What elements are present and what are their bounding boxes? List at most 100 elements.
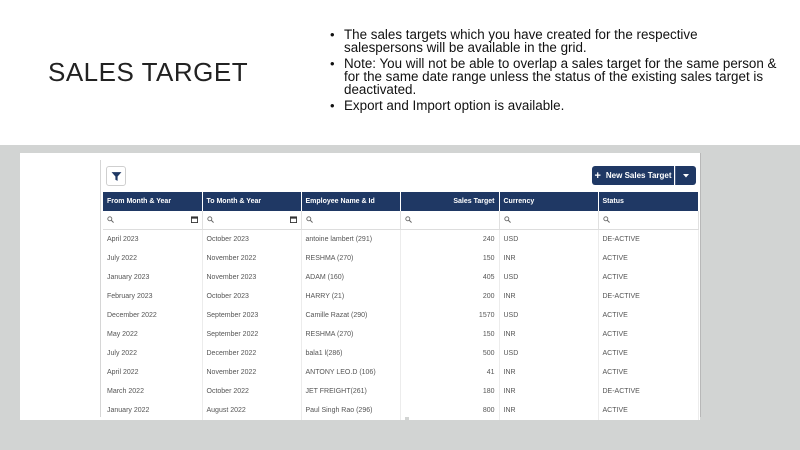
cell-from: April 2022 (103, 363, 203, 382)
cell-currency: USD (499, 306, 599, 325)
grid-filter-row (103, 211, 699, 230)
cell-from: May 2022 (103, 325, 203, 344)
cell-currency: INR (499, 249, 599, 268)
cell-status: DE-ACTIVE (598, 229, 699, 249)
table-row[interactable]: January 2023 November 2023 ADAM (160) 40… (103, 268, 699, 287)
cell-from: July 2022 (103, 249, 203, 268)
cell-employee: ADAM (160) (301, 268, 401, 287)
cell-to: December 2022 (202, 344, 302, 363)
column-header-employee[interactable]: Employee Name & Id (301, 192, 401, 211)
cell-from: July 2022 (103, 344, 203, 363)
cell-status: ACTIVE (598, 325, 699, 344)
cell-to: November 2022 (202, 363, 302, 382)
cell-to: October 2022 (202, 382, 302, 401)
calendar-icon[interactable] (190, 216, 198, 223)
calendar-icon[interactable] (289, 216, 297, 223)
cell-employee: ANTONY LEO.D (106) (301, 363, 401, 382)
cell-currency: USD (499, 268, 599, 287)
table-row[interactable]: May 2022 September 2022 RESHMA (270) 150… (103, 325, 699, 344)
cell-from: March 2022 (103, 382, 203, 401)
cell-sales-target: 150 (400, 325, 500, 344)
cell-status: ACTIVE (598, 363, 699, 382)
cell-sales-target: 41 (400, 363, 500, 382)
currency-filter-input[interactable] (499, 211, 599, 230)
search-icon (503, 216, 511, 224)
bullet-item: Export and Import option is available. (330, 99, 780, 112)
from-filter-input[interactable] (103, 211, 203, 230)
cell-currency: INR (499, 363, 599, 382)
cell-currency: INR (499, 287, 599, 306)
cell-employee: HARRY (21) (301, 287, 401, 306)
cell-from: January 2023 (103, 268, 203, 287)
new-sales-target-label: New Sales Target (605, 171, 672, 180)
column-header-status[interactable]: Status (598, 192, 699, 211)
cell-sales-target: 240 (400, 229, 500, 249)
cell-sales-target: 405 (400, 268, 500, 287)
cell-to: November 2022 (202, 249, 302, 268)
sales-target-grid: From Month & Year To Month & Year Employ… (103, 192, 699, 420)
table-row[interactable]: April 2022 November 2022 ANTONY LEO.D (1… (103, 363, 699, 382)
table-row[interactable]: February 2023 October 2023 HARRY (21) 20… (103, 287, 699, 306)
search-icon (404, 216, 412, 224)
cell-to: August 2022 (202, 401, 302, 420)
bullet-item: Note: You will not be able to overlap a … (330, 57, 780, 96)
cell-sales-target: 200 (400, 287, 500, 306)
new-sales-target-button[interactable]: + New Sales Target (592, 166, 674, 185)
cell-currency: INR (499, 401, 599, 420)
cell-employee: RESHMA (270) (301, 249, 401, 268)
cell-status: ACTIVE (598, 306, 699, 325)
cell-employee: JET FREIGHT(261) (301, 382, 401, 401)
cell-status: ACTIVE (598, 268, 699, 287)
cell-status: DE-ACTIVE (598, 382, 699, 401)
cell-from: April 2023 (103, 229, 203, 249)
search-icon (305, 216, 313, 224)
status-filter-input[interactable] (598, 211, 699, 230)
cell-sales-target: 180 (400, 382, 500, 401)
table-row[interactable]: April 2023 October 2023 antoine lambert … (103, 229, 699, 249)
filter-icon (111, 171, 121, 181)
cell-status: ACTIVE (598, 401, 699, 420)
employee-filter-input[interactable] (301, 211, 401, 230)
column-header-from[interactable]: From Month & Year (103, 192, 203, 211)
cell-sales-target: 1570 (400, 306, 500, 325)
to-filter-input[interactable] (202, 211, 302, 230)
cell-sales-target: 500 (400, 344, 500, 363)
cell-employee: antoine lambert (291) (301, 229, 401, 249)
plus-icon: + (594, 169, 601, 182)
bullet-item: The sales targets which you have created… (330, 28, 780, 54)
search-icon (107, 216, 114, 224)
cell-status: ACTIVE (598, 249, 699, 268)
cell-to: October 2023 (202, 229, 302, 249)
cell-from: February 2023 (103, 287, 203, 306)
cell-currency: INR (499, 325, 599, 344)
cell-from: January 2022 (103, 401, 203, 420)
cell-status: ACTIVE (598, 344, 699, 363)
cell-sales-target: 150 (400, 249, 500, 268)
cell-employee: Paul Singh Rao (296) (301, 401, 401, 420)
new-sales-target-dropdown[interactable] (675, 166, 696, 185)
cell-to: November 2023 (202, 268, 302, 287)
column-header-currency[interactable]: Currency (499, 192, 599, 211)
table-row[interactable]: July 2022 November 2022 RESHMA (270) 150… (103, 249, 699, 268)
cell-status: DE-ACTIVE (598, 287, 699, 306)
table-row[interactable]: December 2022 September 2023 Camille Raz… (103, 306, 699, 325)
cell-to: September 2023 (202, 306, 302, 325)
table-row[interactable]: January 2022 August 2022 Paul Singh Rao … (103, 401, 699, 420)
cell-sales-target: 800 (400, 401, 500, 420)
search-icon (206, 216, 214, 224)
table-row[interactable]: July 2022 December 2022 bala1 l(286) 500… (103, 344, 699, 363)
column-header-to[interactable]: To Month & Year (202, 192, 302, 211)
cell-to: September 2022 (202, 325, 302, 344)
sales-target-filter-input[interactable] (400, 211, 500, 230)
filter-button[interactable] (106, 166, 126, 186)
column-header-sales-target[interactable]: Sales Target (400, 192, 500, 211)
search-icon (602, 216, 610, 224)
cell-employee: RESHMA (270) (301, 325, 401, 344)
grid-header-row: From Month & Year To Month & Year Employ… (103, 192, 699, 211)
cell-from: December 2022 (103, 306, 203, 325)
chevron-down-icon (683, 173, 689, 177)
table-row[interactable]: March 2022 October 2022 JET FREIGHT(261)… (103, 382, 699, 401)
bullet-list: The sales targets which you have created… (330, 28, 780, 115)
cell-currency: USD (499, 229, 599, 249)
cell-employee: bala1 l(286) (301, 344, 401, 363)
